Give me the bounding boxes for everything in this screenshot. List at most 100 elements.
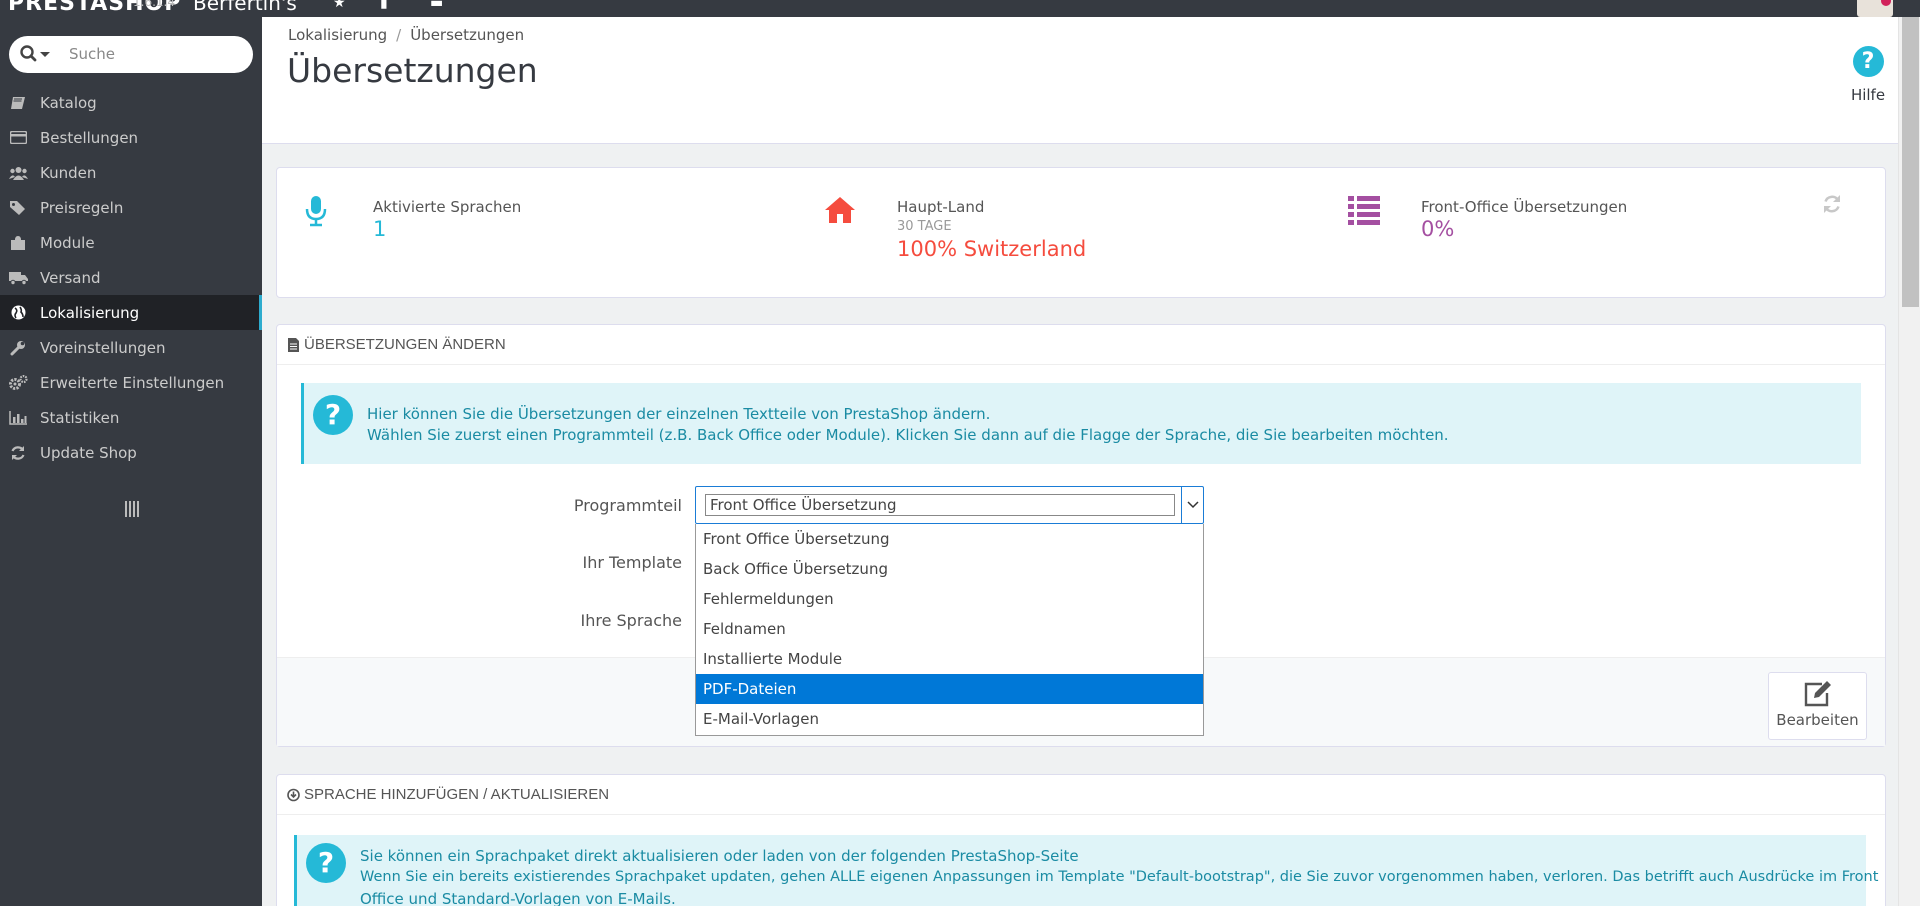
panel-heading-label: SPRACHE HINZUFÜGEN / AKTUALISIEREN [304,786,610,803]
page-header: Lokalisierung / Übersetzungen Übersetzunge… [262,17,1898,144]
user-icon[interactable]: ▬ [430,0,444,10]
tags-icon [0,200,40,215]
puzzle-icon [0,235,40,251]
sidebar-item-label: Bestellungen [40,128,139,147]
sidebar-item-bestellungen[interactable]: Bestellungen [0,120,262,155]
book-icon [0,96,40,110]
refresh-icon[interactable] [1822,194,1842,214]
sidebar-item-erweiterte-einstellungen[interactable]: Erweiterte Einstellungen [0,365,262,400]
dropdown-option-installed-modules[interactable]: Installierte Module [696,644,1203,674]
sidebar-item-label: Erweiterte Einstellungen [40,373,225,392]
kpi-value: 0% [1421,217,1455,241]
kpi-subtitle: 30 TAGE [897,219,952,234]
list-icon [1347,194,1381,228]
refresh-icon [0,445,40,461]
shop-name[interactable]: Berfertin's [193,0,297,15]
search-input[interactable] [69,44,239,64]
sidebar-item-voreinstellungen[interactable]: Voreinstellungen [0,330,262,365]
breadcrumb: Lokalisierung / Übersetzungen [288,26,525,44]
dropdown-option-field-names[interactable]: Feldnamen [696,614,1203,644]
info-text: Office und Standard-Vorlagen von E-Mails… [360,890,676,906]
sidebar-item-update-shop[interactable]: Update Shop [0,435,262,470]
sidebar-item-label: Katalog [40,93,97,112]
panel-heading: SPRACHE HINZUFÜGEN / AKTUALISIEREN [277,775,1885,815]
kpi-title: Haupt-Land [897,198,985,216]
sidebar-item-katalog[interactable]: Katalog [0,85,262,120]
credit-card-icon [0,131,40,144]
info-text: Hier können Sie die Übersetzungen der ei… [367,405,991,423]
sidebar-item-label: Kunden [40,163,97,182]
breadcrumb-item[interactable]: Lokalisierung [288,26,387,44]
sidebar: Katalog Bestellungen Kunden Preisregeln … [0,17,262,906]
sidebar-item-statistiken[interactable]: Statistiken [0,400,262,435]
collapse-menu-icon[interactable] [124,500,140,518]
panel-heading: ÜBERSETZUNGEN ÄNDERN [277,325,1885,365]
panel-heading-label: ÜBERSETZUNGEN ÄNDERN [304,336,506,353]
edit-button-label: Bearbeiten [1776,711,1859,729]
program-part-label: Programmteil [573,496,682,515]
help-label: Hilfe [1850,86,1886,104]
kpi-title: Front-Office Übersetzungen [1421,198,1628,216]
edit-icon [1802,680,1834,708]
dropdown-option-back-office[interactable]: Back Office Übersetzung [696,554,1203,584]
sidebar-item-kunden[interactable]: Kunden [0,155,262,190]
microphone-icon [299,194,333,228]
sidebar-item-label: Lokalisierung [40,303,140,322]
file-text-icon [287,337,300,352]
search-icon[interactable] [20,44,56,64]
info-alert: ? Sie können ein Sprachpaket direkt aktu… [294,835,1878,906]
program-part-select[interactable]: Front Office Übersetzung [695,486,1204,524]
download-icon [287,788,300,802]
info-text: Wählen Sie zuerst einen Programmteil (z.… [367,426,1449,444]
sidebar-item-preisregeln[interactable]: Preisregeln [0,190,262,225]
select-current-value: Front Office Übersetzung [705,494,1175,516]
dropdown-option-pdf[interactable]: PDF-Dateien [696,674,1203,704]
sidebar-item-label: Voreinstellungen [40,338,166,357]
avatar[interactable] [1857,0,1893,17]
globe-icon [0,305,40,320]
dropdown-option-front-office[interactable]: Front Office Übersetzung [696,524,1203,554]
top-bar: PRESTASHOP 1.6.1.4 Berfertin's ★ ▮ ▬ [0,0,1920,17]
kpi-value: 1 [373,217,387,241]
breadcrumb-item[interactable]: Übersetzungen [410,26,524,44]
info-text: Wenn Sie ein bereits existierendes Sprac… [360,869,1879,885]
users-icon [0,166,40,180]
truck-icon [0,271,40,285]
home-icon [823,194,857,228]
search-box [9,36,253,73]
version-label: 1.6.1.4 [133,0,175,9]
page-scrollbar[interactable] [1898,17,1920,906]
question-circle-icon: ? [1852,46,1884,77]
kpi-value: 100% Switzerland [897,237,1087,261]
sidebar-item-label: Update Shop [40,443,137,462]
sidebar-item-module[interactable]: Module [0,225,262,260]
kpi-title: Aktivierte Sprachen [373,198,522,216]
wrench-icon [0,340,40,356]
cart-icon[interactable]: ▮ [380,0,394,10]
page-title: Übersetzungen [287,51,538,90]
cogs-icon [0,374,40,391]
sidebar-item-label: Statistiken [40,408,120,427]
sidebar-item-lokalisierung[interactable]: Lokalisierung [0,295,262,330]
info-alert: ? Hier können Sie die Übersetzungen der … [301,383,1861,464]
question-circle-icon: ? [306,843,346,883]
sidebar-item-label: Versand [40,268,101,287]
question-circle-icon: ? [313,395,353,435]
template-label: Ihr Template [582,553,682,572]
help-button[interactable]: ? Hilfe [1838,46,1898,104]
sidebar-item-versand[interactable]: Versand [0,260,262,295]
sidebar-menu: Katalog Bestellungen Kunden Preisregeln … [0,85,262,470]
edit-button[interactable]: Bearbeiten [1768,672,1867,740]
language-label: Ihre Sprache [580,611,683,630]
star-icon[interactable]: ★ [333,0,347,10]
sidebar-item-label: Module [40,233,95,252]
info-text: Sie können ein Sprachpaket direkt aktual… [360,847,1079,865]
sidebar-item-label: Preisregeln [40,198,124,217]
chevron-down-icon[interactable] [1181,487,1203,523]
bar-chart-icon [0,410,40,425]
kpi-panel: Aktivierte Sprachen 1 Haupt-Land 30 TAGE… [276,167,1886,298]
dropdown-option-email-templates[interactable]: E-Mail-Vorlagen [696,704,1203,734]
scrollbar-thumb[interactable] [1902,17,1919,307]
add-language-panel: SPRACHE HINZUFÜGEN / AKTUALISIEREN ? Sie… [276,774,1886,906]
dropdown-option-errors[interactable]: Fehlermeldungen [696,584,1203,614]
